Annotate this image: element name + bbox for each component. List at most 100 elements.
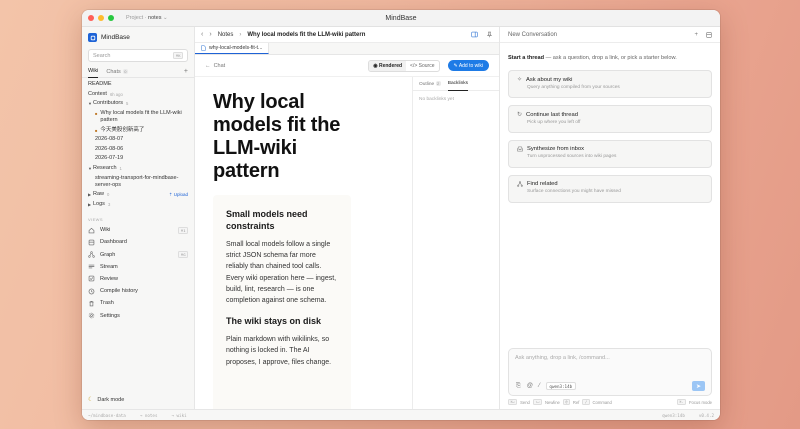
- status-version: v0.4.2: [698, 412, 714, 418]
- dashboard-icon: [88, 239, 95, 246]
- refresh-icon: ↻: [517, 112, 523, 118]
- send-button[interactable]: ➤: [692, 381, 705, 391]
- add-icon[interactable]: +: [184, 68, 188, 75]
- minimize-window-button[interactable]: [98, 15, 104, 21]
- search-input[interactable]: [93, 52, 174, 59]
- search-shortcut: ⌘K: [173, 52, 183, 59]
- mention-icon[interactable]: @: [527, 383, 533, 389]
- sidebar-item-graph[interactable]: Graph ⌘G: [82, 249, 194, 261]
- file-icon: [201, 45, 206, 51]
- network-icon: [517, 181, 523, 187]
- close-window-button[interactable]: [88, 15, 94, 21]
- caret-right-icon: ▶: [88, 201, 92, 207]
- nav-label: Compile history: [100, 288, 138, 295]
- split-view-icon[interactable]: [471, 31, 478, 38]
- wand-icon[interactable]: ⁄: [539, 383, 540, 389]
- window-controls: [88, 15, 114, 21]
- starter-card[interactable]: ✧ Ask about my wiki Query anything compil…: [508, 70, 712, 98]
- document-tab[interactable]: why-local-models-fit-t...: [195, 43, 270, 54]
- tree-item-context[interactable]: Context 6h ago: [82, 90, 194, 100]
- rendered-mode-button[interactable]: ◉ Rendered: [369, 60, 407, 71]
- tree-folder-logs[interactable]: ▶ Logs 3: [82, 200, 194, 210]
- note-icon: ■: [95, 127, 98, 133]
- tab-wiki-label: Wiki: [88, 68, 99, 74]
- checkbox-icon: [88, 275, 95, 282]
- status-bar: ~/mindbase-data → notes → wiki qwen3:14b…: [82, 409, 720, 420]
- focus-mode-button[interactable]: Focus mode: [689, 400, 712, 405]
- search-box[interactable]: ⌘K: [88, 49, 188, 62]
- research-count: 1: [119, 166, 122, 172]
- status-view: → wiki: [171, 412, 187, 418]
- new-chat-icon[interactable]: +: [694, 32, 698, 38]
- caret-down-icon: ▼: [88, 101, 92, 107]
- pin-icon[interactable]: [486, 31, 493, 38]
- starter-title: Continue last thread: [526, 111, 578, 118]
- sidebar-tabs: Wiki Chats 0 +: [82, 66, 194, 78]
- upload-label: Upload: [173, 192, 188, 198]
- tab-wiki[interactable]: Wiki: [88, 66, 99, 78]
- chat-input[interactable]: [509, 349, 711, 375]
- model-selector[interactable]: qwen3:14b: [545, 382, 576, 390]
- panel-icon[interactable]: [706, 31, 712, 38]
- document-tabs: why-local-models-fit-t...: [195, 43, 499, 55]
- zoom-window-button[interactable]: [108, 15, 114, 21]
- section-heading: The wiki stays on disk: [226, 316, 322, 327]
- tree-item-readme[interactable]: README: [82, 80, 194, 90]
- sidebar-item-wiki[interactable]: Wiki ⌘1: [82, 224, 194, 236]
- sidebar-item-settings[interactable]: Settings: [82, 309, 194, 321]
- tab-backlinks[interactable]: Backlinks: [447, 77, 469, 91]
- tree-item-date[interactable]: 2026-08-06: [82, 145, 194, 155]
- breadcrumb-parent[interactable]: Notes: [218, 32, 234, 38]
- nav-label: Graph: [100, 251, 116, 258]
- app-window: Project · notes ⌄ MindBase MindBase ⌘K W…: [82, 10, 720, 420]
- sidebar-item-compile-history[interactable]: Compile history: [82, 285, 194, 297]
- tree-item-date[interactable]: 2026-08-07: [82, 135, 194, 145]
- chats-count: 0: [122, 69, 128, 74]
- starter-card[interactable]: ↻ Continue last thread Pick up where you …: [508, 105, 712, 133]
- sparkle-icon: ✧: [517, 77, 523, 83]
- intro-bold: Start a thread: [508, 55, 545, 61]
- dark-mode-toggle[interactable]: ☾ Dark mode: [82, 393, 194, 406]
- chat-header: New Conversation +: [500, 27, 720, 43]
- tree-item-note[interactable]: ■ Why local models fit the LLM-wiki patte…: [82, 109, 194, 126]
- sidebar-item-review[interactable]: Review: [82, 273, 194, 285]
- add-to-wiki-button[interactable]: ✎ Add to wiki: [447, 60, 489, 71]
- project-switcher[interactable]: Project · notes ⌄: [126, 15, 168, 21]
- back-arrow-icon[interactable]: ‹: [201, 31, 203, 38]
- paragraph: Plain markdown with wikilinks, so nothin…: [226, 336, 332, 366]
- nav-label: Stream: [100, 263, 118, 270]
- tree-folder-raw[interactable]: ▶ Raw 0 ⇡ Upload: [82, 190, 194, 200]
- hint-kbd: @: [562, 399, 570, 405]
- context-time: 6h ago: [109, 91, 123, 97]
- breadcrumb-current: Why local models fit the LLM-wiki patter…: [247, 31, 366, 38]
- sidebar-item-trash[interactable]: Trash: [82, 297, 194, 309]
- back-to-chat-button[interactable]: ← Chat: [205, 63, 225, 69]
- tree-item-date[interactable]: 2026-07-19: [82, 154, 194, 164]
- starter-card[interactable]: Synthesize from inbox Turn unprocessed s…: [508, 140, 712, 168]
- brand-logo-icon: [88, 33, 97, 42]
- starter-card[interactable]: Find related Surface connections you mig…: [508, 175, 712, 203]
- tab-chats[interactable]: Chats 0: [106, 66, 128, 78]
- note-label: Why local models fit the LLM-wiki patter…: [100, 110, 182, 124]
- sidebar-item-dashboard[interactable]: Dashboard: [82, 236, 194, 248]
- tab-outline[interactable]: Outline 2: [419, 80, 441, 87]
- breadcrumb-separator: ›: [239, 31, 242, 38]
- tree-item-research[interactable]: streaming-transport-for-mindbase-server-…: [82, 173, 194, 190]
- context-label: Context: [88, 90, 107, 97]
- nav-label: Review: [100, 275, 119, 282]
- sidebar-item-stream[interactable]: Stream: [82, 261, 194, 273]
- raw-count: 0: [107, 192, 110, 198]
- tree-item-note[interactable]: ■ 今天美股创新高了: [82, 125, 194, 135]
- back-label: Chat: [213, 62, 226, 69]
- attach-icon[interactable]: ⎘: [516, 383, 521, 390]
- graph-icon: [88, 251, 95, 258]
- document-body: Why local models fit the LLM-wiki patter…: [195, 77, 412, 409]
- source-mode-button[interactable]: </> Source: [406, 61, 438, 71]
- hint-label: Newline: [544, 399, 560, 405]
- stream-icon: [88, 263, 95, 270]
- status-model: qwen3:14b: [662, 412, 685, 418]
- tree-folder-research[interactable]: ▼ Research 1: [82, 164, 194, 174]
- tree-folder-contributors[interactable]: ▼ Contributors 5: [82, 99, 194, 109]
- upload-button[interactable]: ⇡ Upload: [169, 191, 188, 198]
- forward-arrow-icon[interactable]: ›: [209, 31, 211, 38]
